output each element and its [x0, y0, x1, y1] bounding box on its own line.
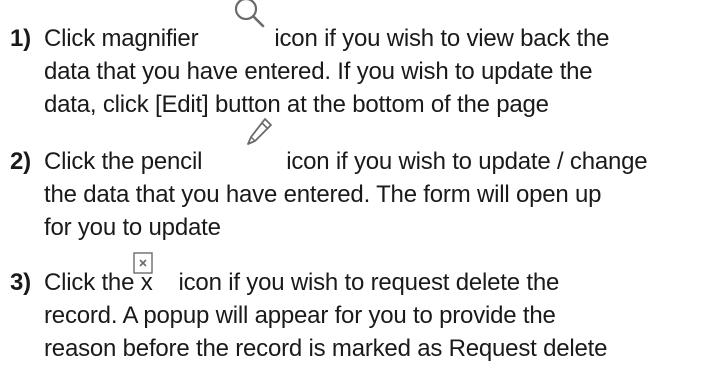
step-1-line-2: data that you have entered. If you wish … — [44, 58, 593, 85]
instruction-step-1: 1) Click magnifier icon if you wish to vie… — [10, 0, 715, 121]
search-icon — [232, 0, 266, 28]
step-number: 1) — [10, 25, 31, 52]
step-2-line-1: 2) Click the pencil icon if you wish to up… — [10, 118, 715, 178]
step-text: icon if you wish to request delete the — [178, 269, 560, 296]
pencil-icon — [244, 116, 274, 148]
step-2-line-3: for you to update — [44, 214, 221, 241]
instruction-step-2: 2) Click the pencil icon if you wish to up… — [10, 118, 715, 244]
step-3-line-3: reason before the record is marked as Re… — [44, 335, 608, 362]
step-text: icon if you wish to update / change — [286, 148, 648, 175]
step-2-line-2: the data that you have entered. The form… — [44, 181, 602, 208]
step-1-line-1: 1) Click magnifier icon if you wish to vie… — [10, 0, 715, 55]
step-1-line-3: data, click [Edit] button at the bottom … — [44, 91, 549, 118]
instruction-step-3: 3) Click the x icon if you wish to request… — [10, 252, 715, 365]
step-text: icon if you wish to view back the — [274, 25, 610, 52]
step-text: Click the pencil — [44, 148, 203, 175]
step-number: 3) — [10, 269, 31, 296]
step-number: 2) — [10, 148, 31, 175]
instruction-list: 1) Click magnifier icon if you wish to vie… — [0, 0, 719, 381]
step-text: Click magnifier — [44, 25, 199, 52]
close-box-icon — [133, 252, 153, 274]
step-3-line-2: record. A popup will appear for you to p… — [44, 302, 556, 329]
step-3-line-1: 3) Click the x icon if you wish to request… — [10, 252, 715, 299]
